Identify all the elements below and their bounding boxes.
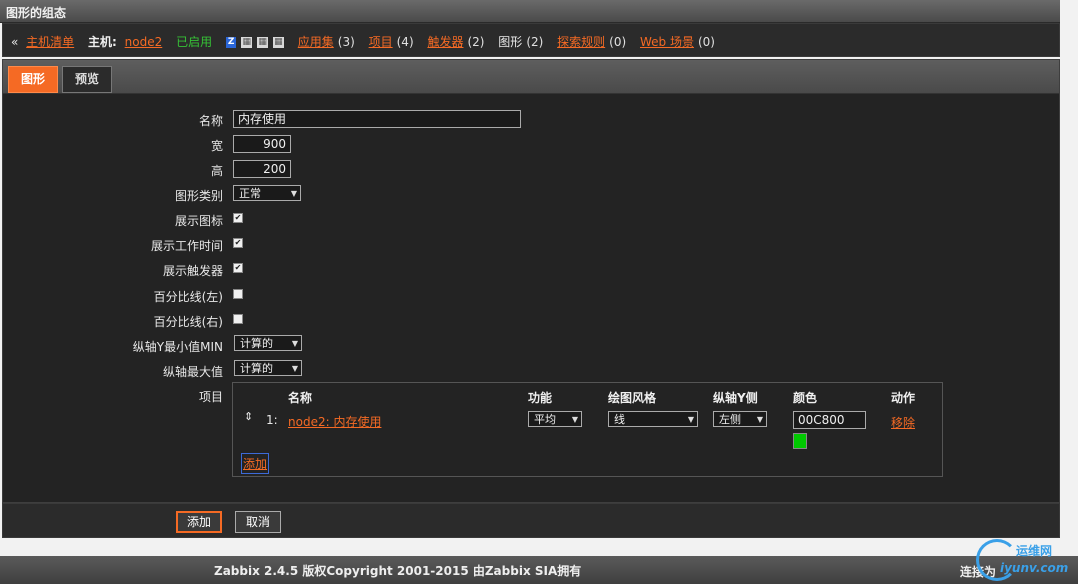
row-index: 1: — [266, 413, 278, 427]
items-label: 项目 — [198, 390, 223, 404]
show-legend-label: 展示图标 — [174, 214, 223, 228]
snmp-icon: ▦ — [241, 37, 253, 48]
color-swatch[interactable] — [793, 433, 807, 449]
remove-item-link[interactable]: 移除 — [891, 414, 915, 431]
cancel-button[interactable]: 取消 — [235, 511, 282, 533]
form-actions-bar: 添加 取消 — [2, 503, 1060, 538]
width-label: 宽 — [210, 139, 223, 153]
discovery-count: (0) — [609, 35, 627, 49]
web-scenarios-link[interactable]: Web 场景 — [640, 35, 694, 49]
col-header-draw-style: 绘图风格 — [608, 391, 657, 405]
show-working-time-label: 展示工作时间 — [150, 239, 223, 253]
add-button[interactable]: 添加 — [176, 511, 223, 533]
watermark-text-cn: 运维网 — [1016, 544, 1053, 558]
tab-preview[interactable]: 预览 — [62, 66, 113, 93]
draw-style-select[interactable]: 线 — [608, 411, 698, 428]
show-working-time-checkbox[interactable]: ✔ — [233, 238, 243, 248]
ymin-select[interactable]: 计算的 — [234, 335, 302, 352]
host-status: 已启用 — [176, 35, 213, 49]
color-input[interactable]: 00C800 — [793, 411, 866, 429]
host-list-link[interactable]: 主机清单 — [26, 35, 74, 49]
percentile-right-label: 百分比线(右) — [153, 315, 223, 329]
col-header-color: 颜色 — [793, 391, 818, 405]
page-header: 图形的组态 — [0, 0, 1060, 23]
y-axis-side-select[interactable]: 左侧 — [713, 411, 767, 428]
back-arrow-icon: « — [11, 35, 19, 49]
height-input[interactable]: 200 — [233, 160, 291, 178]
host-navigation-bar: « 主机清单 主机: node2 已启用 Z ▦ ▦ ▦ 应用集 (3) 项目 (4… — [2, 23, 1060, 57]
add-item-link[interactable]: 添加 — [241, 453, 270, 474]
host-label: 主机: — [88, 35, 117, 49]
items-link[interactable]: 项目 — [369, 35, 393, 49]
percentile-right-checkbox[interactable] — [233, 314, 243, 324]
col-header-name: 名称 — [288, 391, 313, 405]
show-triggers-checkbox[interactable]: ✔ — [233, 263, 243, 273]
applications-count: (3) — [337, 35, 355, 49]
tab-graph[interactable]: 图形 — [8, 66, 59, 93]
copyright-text: Zabbix 2.4.5 版权Copyright 2001-2015 由Zabb… — [214, 564, 582, 578]
graph-items-table: 名称 功能 绘图风格 纵轴Y侧 颜色 动作 ⇕ 1: node2: 内存使用 平… — [232, 382, 943, 477]
watermark-text-en: iyunv.com — [1000, 561, 1069, 575]
height-label: 高 — [210, 164, 223, 178]
vertical-scrollbar[interactable] — [1062, 0, 1078, 556]
show-triggers-label: 展示触发器 — [162, 264, 223, 278]
ymax-select[interactable]: 计算的 — [234, 360, 302, 377]
jmx-icon: ▦ — [257, 37, 269, 48]
page-title: 图形的组态 — [6, 6, 67, 20]
item-name-link[interactable]: node2: 内存使用 — [288, 413, 381, 430]
width-input[interactable]: 900 — [233, 135, 291, 153]
percentile-left-label: 百分比线(左) — [153, 290, 223, 304]
drag-handle-icon[interactable]: ⇕ — [244, 410, 253, 423]
applications-link[interactable]: 应用集 — [298, 35, 334, 49]
graph-type-label: 图形类别 — [174, 189, 223, 203]
tab-bar: 图形 预览 — [3, 60, 1059, 94]
host-name-link[interactable]: node2 — [125, 35, 163, 49]
triggers-link[interactable]: 触发器 — [427, 35, 463, 49]
ipmi-icon: ▦ — [272, 37, 284, 48]
discovery-rules-link[interactable]: 探索规则 — [557, 35, 605, 49]
col-header-function: 功能 — [528, 391, 553, 405]
page-footer: Zabbix 2.4.5 版权Copyright 2001-2015 由Zabb… — [0, 539, 1078, 584]
graph-type-select[interactable]: 正常 — [233, 185, 301, 202]
ymin-label: 纵轴Y最小值MIN — [132, 340, 223, 354]
function-select[interactable]: 平均 — [528, 411, 582, 428]
graphs-count: (2) — [526, 35, 544, 49]
web-count: (0) — [697, 35, 715, 49]
zabbix-agent-icon: Z — [225, 37, 237, 48]
percentile-left-checkbox[interactable] — [233, 289, 243, 299]
items-count: (4) — [396, 35, 414, 49]
name-input[interactable]: 内存使用 — [233, 110, 521, 128]
triggers-count: (2) — [467, 35, 485, 49]
col-header-y-axis-side: 纵轴Y侧 — [713, 391, 758, 405]
col-header-action: 动作 — [891, 391, 916, 405]
show-legend-checkbox[interactable]: ✔ — [233, 213, 243, 223]
name-label: 名称 — [198, 114, 223, 128]
graphs-label: 图形 — [498, 35, 523, 49]
ymax-label: 纵轴最大值 — [162, 365, 223, 379]
